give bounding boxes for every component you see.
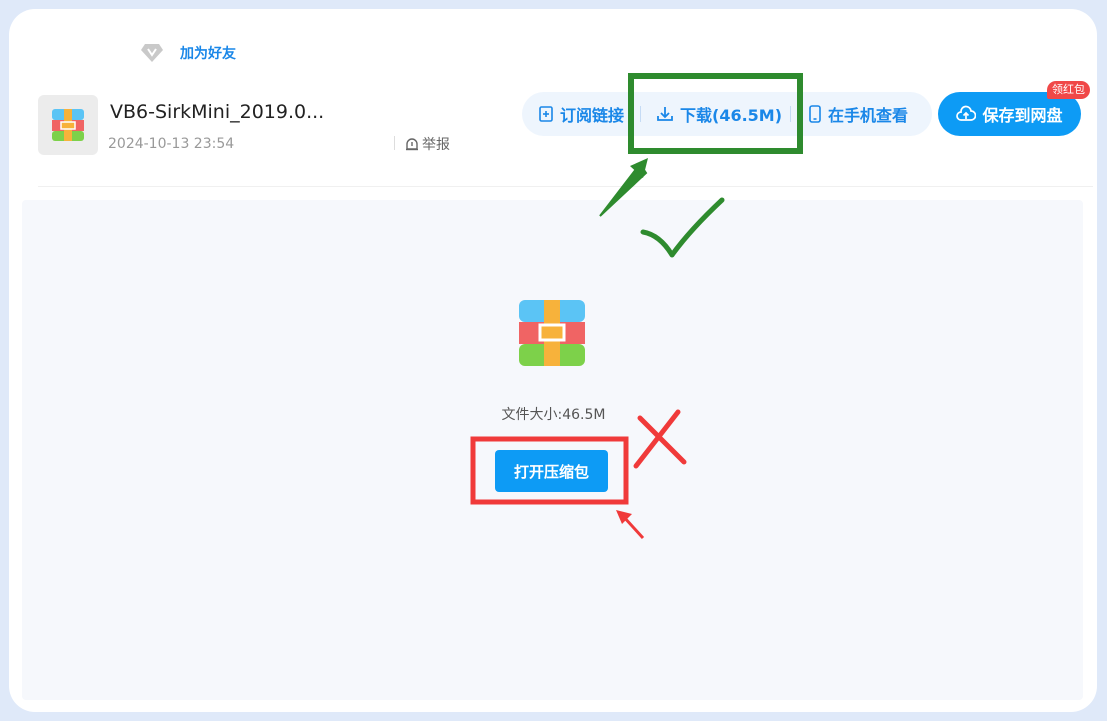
pill-divider: [790, 106, 791, 122]
bookmark-plus-icon: [539, 106, 553, 122]
file-thumbnail: [38, 95, 98, 155]
save-to-cloud-label: 保存到网盘: [982, 106, 1063, 125]
pill-divider: [640, 106, 641, 122]
file-date: 2024-10-13 23:54: [108, 136, 235, 152]
phone-icon: [809, 105, 821, 123]
diamond-icon: [140, 42, 164, 64]
download-label: 下载(46.5M): [680, 106, 783, 125]
view-on-phone-button[interactable]: 在手机查看: [808, 92, 908, 136]
red-packet-badge[interactable]: 领红包: [1047, 81, 1090, 99]
open-archive-button[interactable]: 打开压缩包: [495, 450, 608, 492]
header-divider: [38, 186, 1093, 187]
meta-separator: [394, 136, 395, 150]
subscribe-label: 订阅链接: [560, 106, 625, 125]
report-label: 举报: [422, 137, 450, 153]
cloud-upload-icon: [956, 105, 977, 121]
vip-row[interactable]: 加为好友: [140, 42, 236, 64]
file-size-text: 文件大小:46.5M: [501, 407, 606, 423]
download-button[interactable]: 下载(46.5M): [656, 92, 782, 136]
download-icon: [657, 107, 673, 121]
alarm-icon: [406, 138, 418, 151]
view-on-phone-label: 在手机查看: [828, 106, 909, 125]
add-friend-link[interactable]: 加为好友: [180, 43, 236, 63]
archive-icon: [519, 300, 585, 366]
file-name: VB6-SirkMini_2019.0...: [110, 101, 325, 123]
archive-icon: [52, 109, 84, 141]
subscribe-button[interactable]: 订阅链接: [538, 92, 624, 136]
report-link[interactable]: 举报: [404, 134, 450, 154]
